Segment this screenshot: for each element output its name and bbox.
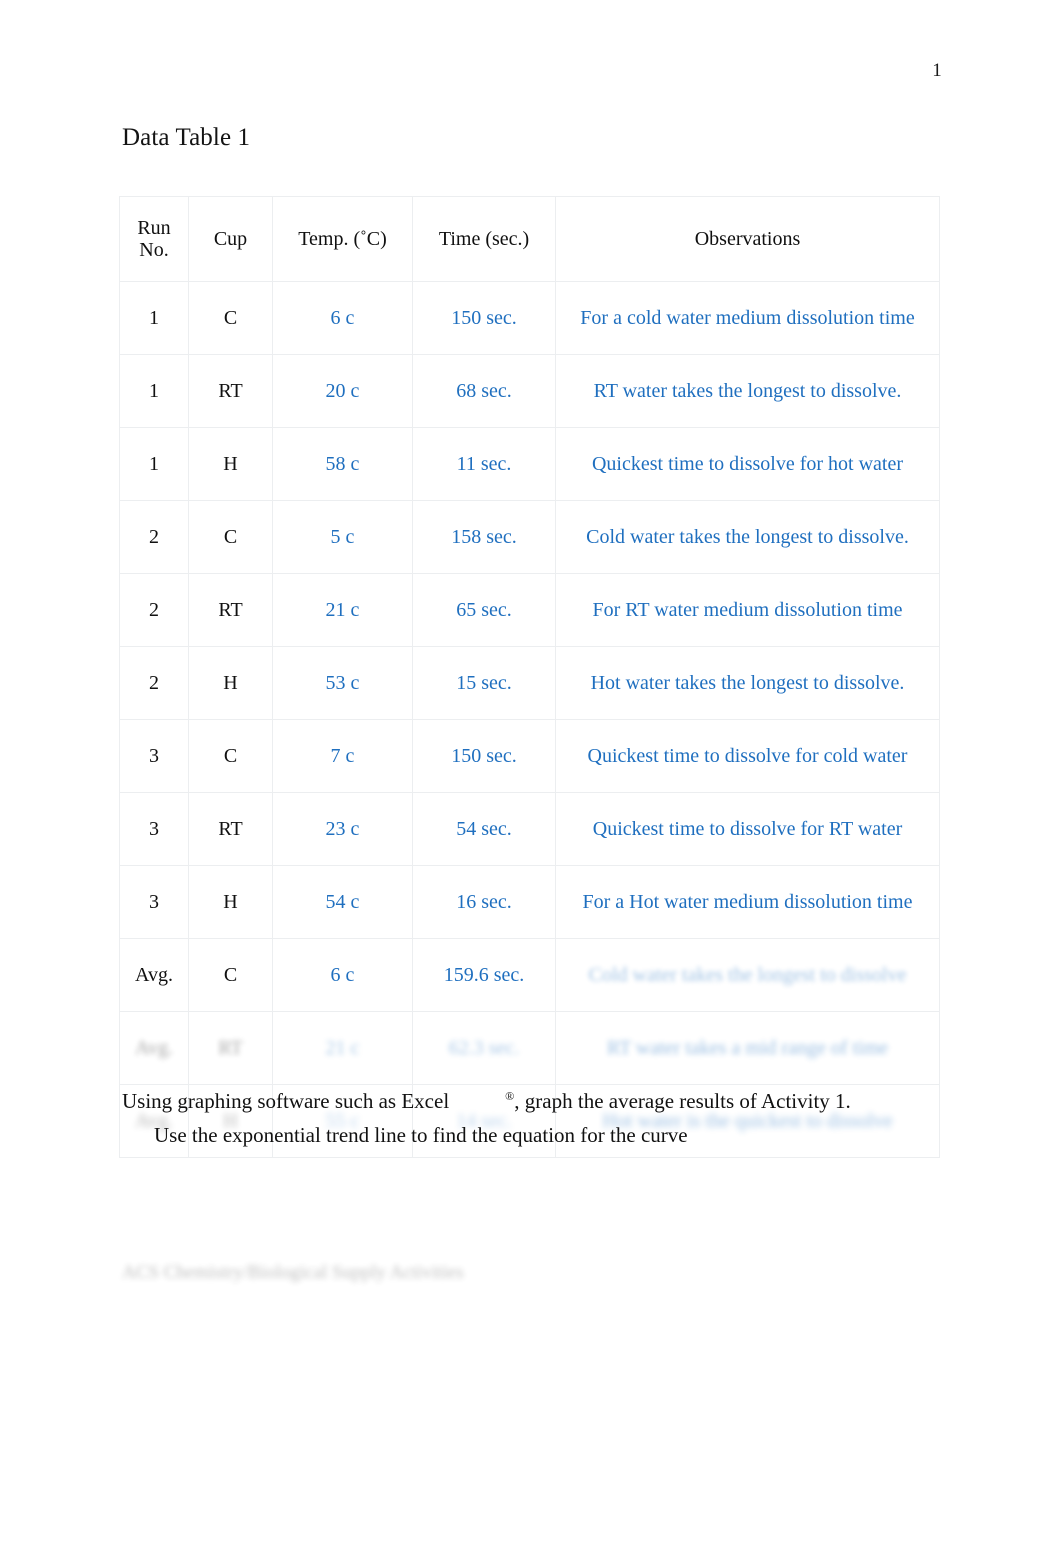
column-header-run-no: Run No. bbox=[119, 196, 189, 282]
cell-time: 158 sec. bbox=[412, 500, 556, 574]
cell-cup: C bbox=[188, 500, 273, 574]
cell-temp: 54 c bbox=[272, 865, 413, 939]
cell-observations: Hot water takes the longest to dissolve. bbox=[555, 646, 940, 720]
cell-run-no: 1 bbox=[119, 281, 189, 355]
table-header-row: Run No. Cup Temp. (˚C) Time (sec.) Obser… bbox=[119, 196, 940, 282]
instruction-line2: Use the exponential trend line to find t… bbox=[154, 1122, 688, 1147]
cell-time: 54 sec. bbox=[412, 792, 556, 866]
table-row: 3 C 7 c 150 sec. Quickest time to dissol… bbox=[119, 719, 940, 793]
cell-time: 159.6 sec. bbox=[412, 938, 556, 1012]
cell-cup: RT bbox=[188, 1011, 273, 1085]
cell-time: 11 sec. bbox=[412, 427, 556, 501]
instruction-line1-after: , graph the average results of Activity … bbox=[514, 1089, 851, 1113]
table-row: 2 RT 21 c 65 sec. For RT water medium di… bbox=[119, 573, 940, 647]
instruction-line1-before: Using graphing software such as Excel bbox=[122, 1089, 450, 1113]
table-row: 1 C 6 c 150 sec. For a cold water medium… bbox=[119, 281, 940, 355]
cell-temp: 6 c bbox=[272, 281, 413, 355]
cell-temp: 20 c bbox=[272, 354, 413, 428]
table-body: 1 C 6 c 150 sec. For a cold water medium… bbox=[119, 281, 940, 1158]
cell-temp: 21 c bbox=[272, 1011, 413, 1085]
cell-temp: 5 c bbox=[272, 500, 413, 574]
table-row: 3 H 54 c 16 sec. For a Hot water medium … bbox=[119, 865, 940, 939]
cell-time: 15 sec. bbox=[412, 646, 556, 720]
data-table-container: Run No. Cup Temp. (˚C) Time (sec.) Obser… bbox=[119, 196, 940, 1158]
document-page: 1 Data Table 1 Run No. Cup Temp. (˚C) Ti… bbox=[0, 0, 1062, 1561]
cell-observations: Cold water takes the longest to dissolve… bbox=[555, 500, 940, 574]
cell-run-no: 3 bbox=[119, 719, 189, 793]
table-row-average-cold: Avg. C 6 c 159.6 sec. Cold water takes t… bbox=[119, 938, 940, 1012]
column-header-temp: Temp. (˚C) bbox=[272, 196, 413, 282]
cell-temp: 58 c bbox=[272, 427, 413, 501]
cell-run-no: 1 bbox=[119, 427, 189, 501]
cell-observations: RT water takes the longest to dissolve. bbox=[555, 354, 940, 428]
footer-faint-text: ACS Chemistry/Biological Supply Activiti… bbox=[122, 1262, 464, 1283]
cell-time: 62.3 sec. bbox=[412, 1011, 556, 1085]
cell-run-no: 2 bbox=[119, 573, 189, 647]
cell-time: 150 sec. bbox=[412, 719, 556, 793]
table-row-average-rt: Avg. RT 21 c 62.3 sec. RT water takes a … bbox=[119, 1011, 940, 1085]
table-row: 1 RT 20 c 68 sec. RT water takes the lon… bbox=[119, 354, 940, 428]
table-row: 1 H 58 c 11 sec. Quickest time to dissol… bbox=[119, 427, 940, 501]
column-header-cup: Cup bbox=[188, 196, 273, 282]
column-header-run-no-line1: Run bbox=[137, 216, 171, 239]
data-table: Run No. Cup Temp. (˚C) Time (sec.) Obser… bbox=[119, 196, 940, 1158]
table-header: Run No. Cup Temp. (˚C) Time (sec.) Obser… bbox=[119, 196, 940, 282]
cell-observations: Cold water takes the longest to dissolve bbox=[555, 938, 940, 1012]
cell-cup: C bbox=[188, 938, 273, 1012]
cell-cup: C bbox=[188, 281, 273, 355]
cell-temp: 6 c bbox=[272, 938, 413, 1012]
page-number: 1 bbox=[932, 60, 942, 81]
cell-cup: H bbox=[188, 865, 273, 939]
cell-cup: C bbox=[188, 719, 273, 793]
cell-run-no: Avg. bbox=[119, 938, 189, 1012]
cell-cup: RT bbox=[188, 354, 273, 428]
cell-observations: For RT water medium dissolution time bbox=[555, 573, 940, 647]
cell-time: 68 sec. bbox=[412, 354, 556, 428]
cell-cup: RT bbox=[188, 573, 273, 647]
cell-cup: H bbox=[188, 646, 273, 720]
column-header-run-no-line2: No. bbox=[139, 239, 169, 261]
table-row: 3 RT 23 c 54 sec. Quickest time to disso… bbox=[119, 792, 940, 866]
table-row: 2 C 5 c 158 sec. Cold water takes the lo… bbox=[119, 500, 940, 574]
column-header-time: Time (sec.) bbox=[412, 196, 556, 282]
page-title: Data Table 1 bbox=[122, 124, 251, 151]
cell-observations: Quickest time to dissolve for cold water bbox=[555, 719, 940, 793]
cell-observations: For a Hot water medium dissolution time bbox=[555, 865, 940, 939]
cell-run-no: 3 bbox=[119, 865, 189, 939]
column-header-observations: Observations bbox=[555, 196, 940, 282]
cell-observations: For a cold water medium dissolution time bbox=[555, 281, 940, 355]
cell-temp: 7 c bbox=[272, 719, 413, 793]
cell-observations: RT water takes a mid range of time bbox=[555, 1011, 940, 1085]
cell-temp: 21 c bbox=[272, 573, 413, 647]
cell-run-no: 1 bbox=[119, 354, 189, 428]
cell-time: 65 sec. bbox=[412, 573, 556, 647]
cell-temp: 53 c bbox=[272, 646, 413, 720]
registered-mark: ® bbox=[505, 1089, 515, 1103]
cell-time: 16 sec. bbox=[412, 865, 556, 939]
cell-run-no: 2 bbox=[119, 646, 189, 720]
cell-observations: Quickest time to dissolve for hot water bbox=[555, 427, 940, 501]
cell-temp: 23 c bbox=[272, 792, 413, 866]
cell-cup: H bbox=[188, 427, 273, 501]
cell-cup: RT bbox=[188, 792, 273, 866]
cell-run-no: 3 bbox=[119, 792, 189, 866]
instruction-paragraph: Using graphing software such as Excel ®, … bbox=[122, 1087, 912, 1151]
cell-observations: Quickest time to dissolve for RT water bbox=[555, 792, 940, 866]
cell-run-no: Avg. bbox=[119, 1011, 189, 1085]
table-row: 2 H 53 c 15 sec. Hot water takes the lon… bbox=[119, 646, 940, 720]
cell-time: 150 sec. bbox=[412, 281, 556, 355]
cell-run-no: 2 bbox=[119, 500, 189, 574]
